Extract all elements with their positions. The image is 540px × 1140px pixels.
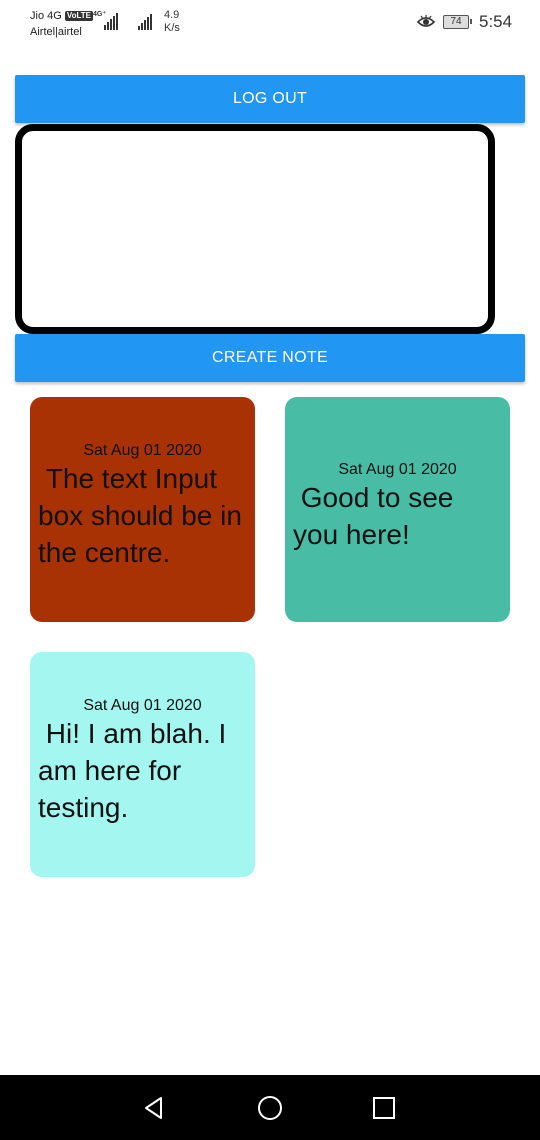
- carrier-info: Jio 4G VoLTE Airtel|airtel: [30, 8, 94, 40]
- speed-value: 4.9: [164, 9, 180, 21]
- back-triangle-icon: [145, 1097, 162, 1119]
- volte-badge: VoLTE: [64, 11, 94, 21]
- note-text: The text Input box should be in the cent…: [38, 463, 250, 568]
- note-text: Good to see you here!: [293, 482, 462, 550]
- note-date: Sat Aug 01 2020: [338, 461, 457, 478]
- signal-icon: [104, 12, 118, 30]
- network-speed: 4.9 K/s: [164, 9, 180, 35]
- signal-icon: [138, 12, 152, 30]
- logout-button[interactable]: LOG OUT: [15, 75, 525, 123]
- navigation-bar: [0, 1075, 540, 1140]
- note-card: Sat Aug 01 2020 The text Input box shoul…: [30, 397, 255, 622]
- note-input[interactable]: [15, 124, 495, 334]
- recents-square-icon: [373, 1097, 395, 1119]
- battery-icon: 74: [443, 15, 472, 29]
- home-circle-icon: [258, 1096, 282, 1120]
- note-text: Hi! I am blah. I am here for testing.: [38, 718, 235, 823]
- eye-icon: [417, 15, 435, 27]
- clock: 5:54: [479, 12, 513, 31]
- home-button[interactable]: [255, 1093, 285, 1123]
- note-date: Sat Aug 01 2020: [83, 697, 202, 714]
- create-note-button[interactable]: CREATE NOTE: [15, 334, 525, 382]
- note-card: Sat Aug 01 2020 Good to see you here!: [285, 397, 510, 622]
- carrier-2: Airtel|airtel: [30, 26, 82, 38]
- carrier-1: Jio 4G: [30, 10, 62, 22]
- recents-button[interactable]: [369, 1093, 399, 1123]
- back-button[interactable]: [139, 1093, 169, 1123]
- speed-unit: K/s: [164, 22, 180, 34]
- note-card: Sat Aug 01 2020 Hi! I am blah. I am here…: [30, 652, 255, 877]
- note-date: Sat Aug 01 2020: [83, 442, 202, 459]
- status-bar: Jio 4G VoLTE Airtel|airtel 4G⁺ 4.9 K/s 7…: [0, 0, 540, 46]
